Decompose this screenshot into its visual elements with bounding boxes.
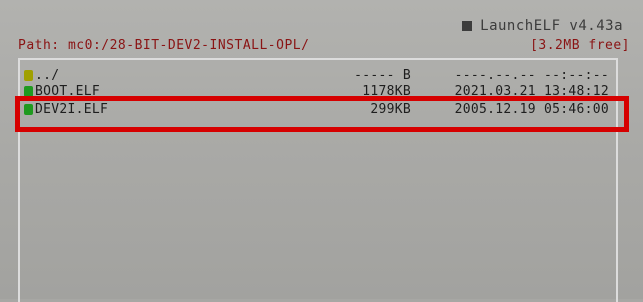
app-title: LaunchELF v4.43a [480,18,623,34]
file-size: ----- B [354,67,411,83]
path-bar: Path: mc0:/28-BIT-DEV2-INSTALL-OPL/ [3.2… [18,38,630,53]
file-list-panel: ../ ----- B ----.--.-- --:--:-- BOOT.ELF… [18,58,618,302]
app-header: LaunchELF v4.43a [462,18,623,34]
folder-icon [24,69,33,81]
free-space: [3.2MB free] [530,38,630,53]
title-bullet-icon [462,21,473,31]
file-date: ----.--.-- --:--:-- [454,67,609,83]
file-name: ../ [35,67,60,83]
current-path: Path: mc0:/28-BIT-DEV2-INSTALL-OPL/ [18,38,310,53]
file-icon [24,85,33,97]
launchelf-screen: LaunchELF v4.43a Path: mc0:/28-BIT-DEV2-… [0,0,643,302]
selection-highlight-box [15,96,629,132]
